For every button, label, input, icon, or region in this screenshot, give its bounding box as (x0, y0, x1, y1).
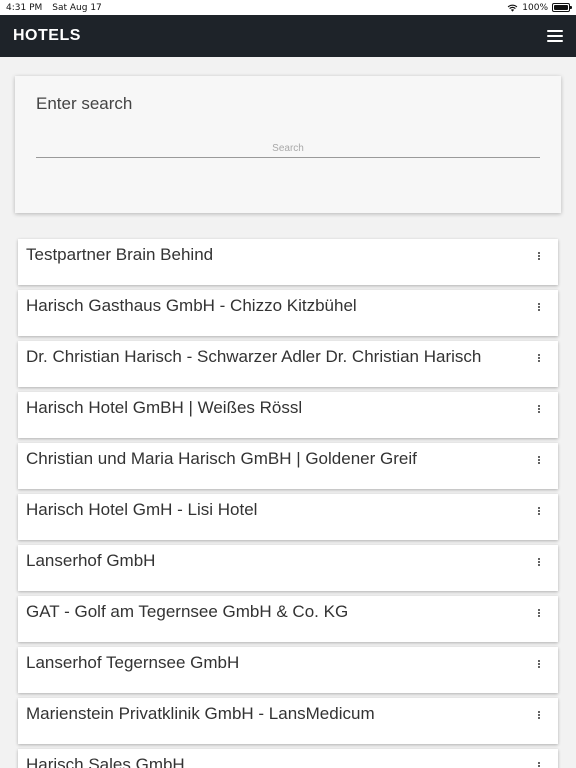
list-item[interactable]: Testpartner Brain Behind (18, 239, 558, 285)
hotel-name: Dr. Christian Harisch - Schwarzer Adler … (26, 347, 482, 366)
status-time: 4:31 PM (6, 2, 43, 13)
hotel-name: Harisch Sales GmbH (26, 755, 185, 768)
list-item[interactable]: Harisch Hotel GmH - Lisi Hotel (18, 494, 558, 540)
status-date: Sat Aug 17 (52, 2, 102, 13)
hotel-list: Testpartner Brain Behind Harisch Gasthaus… (18, 239, 558, 768)
list-item[interactable]: Harisch Sales GmbH (18, 749, 558, 768)
more-vertical-icon[interactable] (538, 704, 540, 719)
status-bar: 4:31 PM Sat Aug 17 100% (0, 0, 576, 15)
hotel-name: Lanserhof Tegernsee GmbH (26, 653, 240, 672)
more-vertical-icon[interactable] (538, 500, 540, 515)
app-header: HOTELS (0, 15, 576, 57)
list-item[interactable]: Lanserhof GmbH (18, 545, 558, 591)
hotel-name: Harisch Hotel GmBH | Weißes Rössl (26, 398, 303, 417)
wifi-icon (507, 4, 518, 12)
search-input[interactable] (36, 139, 540, 158)
list-item[interactable]: GAT - Golf am Tegernsee GmbH & Co. KG (18, 596, 558, 642)
more-vertical-icon[interactable] (538, 398, 540, 413)
list-item[interactable]: Harisch Gasthaus GmbH - Chizzo Kitzbühel (18, 290, 558, 336)
search-card: Enter search (15, 76, 561, 213)
battery-icon (552, 3, 572, 12)
page-title: HOTELS (13, 27, 81, 44)
more-vertical-icon[interactable] (538, 551, 540, 566)
list-item[interactable]: Marienstein Privatklinik GmbH - LansMedi… (18, 698, 558, 744)
status-left: 4:31 PM Sat Aug 17 (6, 3, 102, 13)
list-item[interactable]: Lanserhof Tegernsee GmbH (18, 647, 558, 693)
hamburger-menu-icon[interactable] (547, 29, 563, 43)
list-item[interactable]: Dr. Christian Harisch - Schwarzer Adler … (18, 341, 558, 387)
more-vertical-icon[interactable] (538, 602, 540, 617)
status-right: 100% (507, 2, 572, 13)
more-vertical-icon[interactable] (538, 755, 540, 768)
more-vertical-icon[interactable] (538, 347, 540, 362)
battery-percent: 100% (522, 2, 548, 13)
hotel-name: Testpartner Brain Behind (26, 245, 214, 264)
more-vertical-icon[interactable] (538, 245, 540, 260)
list-item[interactable]: Christian und Maria Harisch GmBH | Golde… (18, 443, 558, 489)
more-vertical-icon[interactable] (538, 449, 540, 464)
more-vertical-icon[interactable] (538, 653, 540, 668)
hotel-name: GAT - Golf am Tegernsee GmbH & Co. KG (26, 602, 349, 621)
hotel-name: Christian und Maria Harisch GmBH | Golde… (26, 449, 417, 468)
more-vertical-icon[interactable] (538, 296, 540, 311)
hotel-name: Harisch Hotel GmH - Lisi Hotel (26, 500, 258, 519)
list-item[interactable]: Harisch Hotel GmBH | Weißes Rössl (18, 392, 558, 438)
hotel-name: Harisch Gasthaus GmbH - Chizzo Kitzbühel (26, 296, 357, 315)
hotel-name: Marienstein Privatklinik GmbH - LansMedi… (26, 704, 375, 723)
hotel-name: Lanserhof GmbH (26, 551, 156, 570)
search-title: Enter search (36, 94, 133, 113)
